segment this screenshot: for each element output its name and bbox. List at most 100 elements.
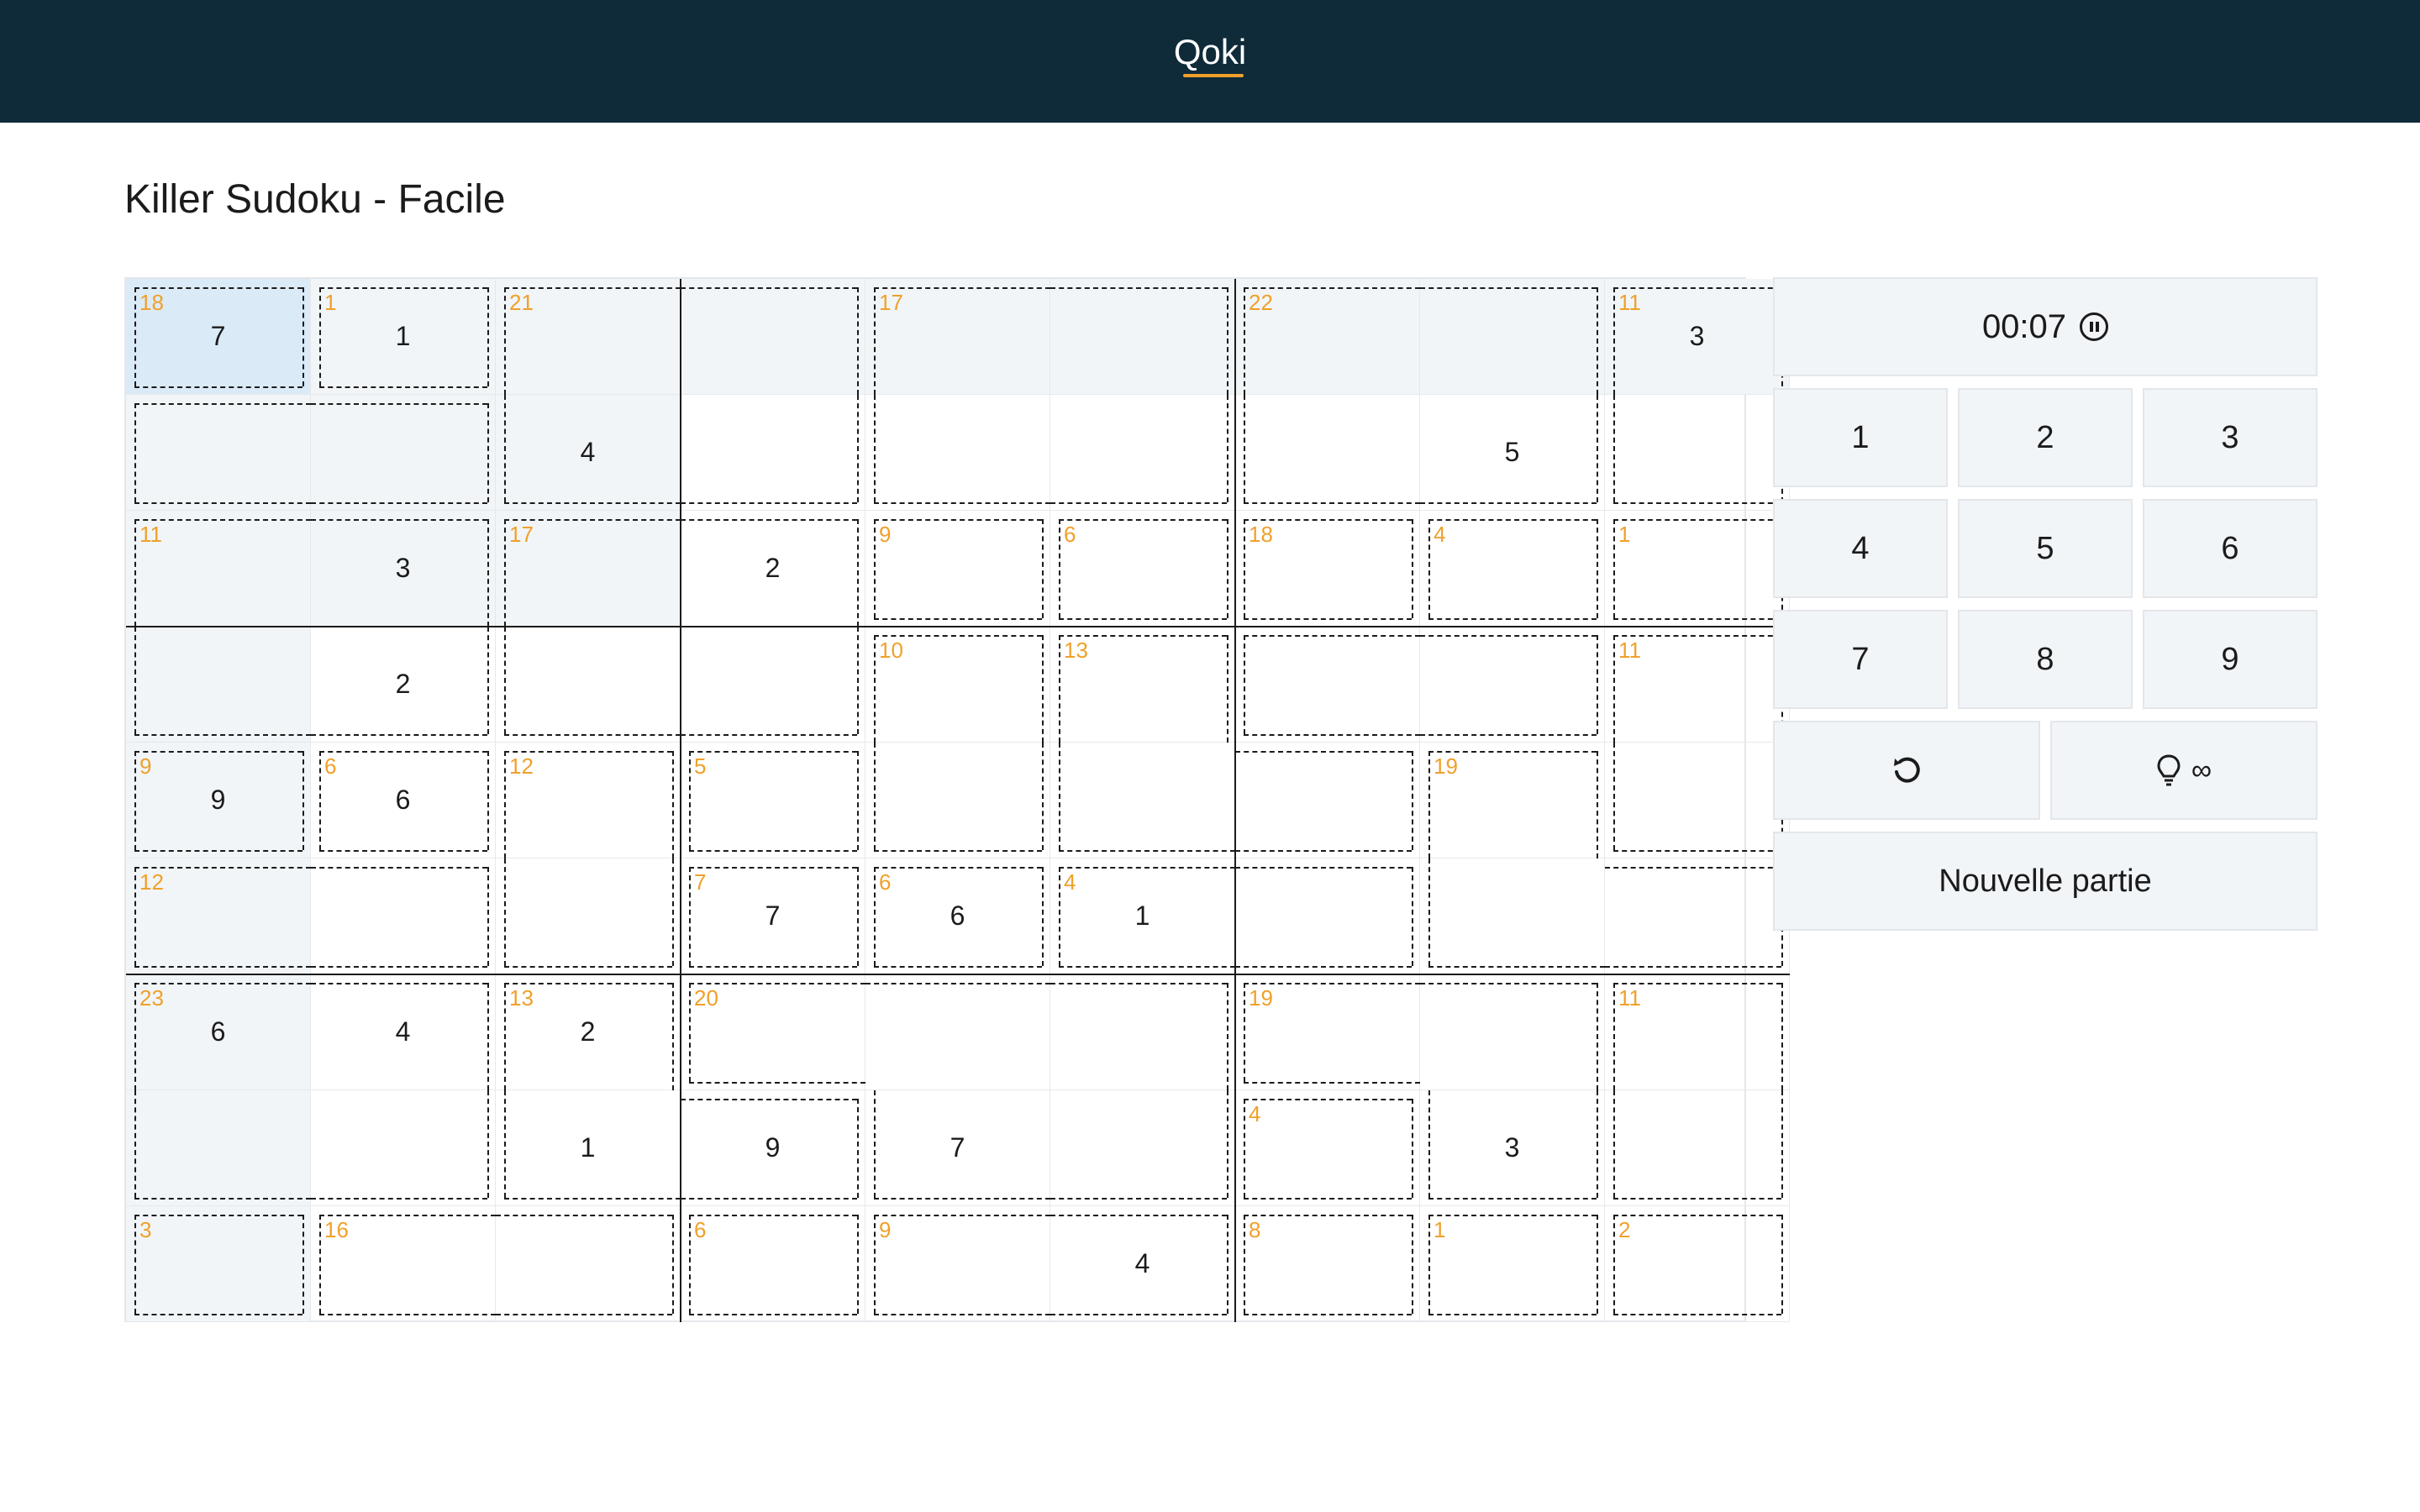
cage-border (1428, 751, 1597, 753)
board-cell-r3c6[interactable] (1050, 511, 1235, 627)
number-button-4[interactable]: 4 (1773, 499, 1948, 598)
board-cell-r4c3[interactable] (496, 627, 681, 743)
cage-border (319, 1215, 321, 1314)
board-cell-r2c8[interactable]: 5 (1420, 395, 1605, 511)
board-cell-r1c4[interactable] (681, 279, 865, 395)
board-cell-r6c4[interactable]: 7 (681, 858, 865, 974)
cell-value (1420, 627, 1604, 742)
board-cell-r2c7[interactable] (1235, 395, 1420, 511)
board-cell-r6c9[interactable] (1605, 858, 1790, 974)
cage-border (1244, 618, 1412, 620)
board-cell-r3c8[interactable] (1420, 511, 1605, 627)
board-cell-r7c5[interactable] (865, 974, 1050, 1090)
board-cell-r4c2[interactable]: 2 (311, 627, 496, 743)
board-cell-r2c4[interactable] (681, 395, 865, 511)
cage-sum: 6 (1064, 522, 1076, 547)
board-cell-r4c7[interactable] (1235, 627, 1420, 743)
board-cell-r1c2[interactable]: 1 (311, 279, 496, 395)
cell-value (1050, 395, 1234, 510)
cage-border (874, 618, 1042, 620)
timer-display[interactable]: 00:07 (1773, 277, 2317, 376)
board-cell-r8c3[interactable]: 1 (496, 1090, 681, 1206)
cage-sum: 9 (139, 753, 152, 779)
board-cell-r5c2[interactable]: 6 (311, 743, 496, 858)
board-cell-r9c7[interactable] (1235, 1206, 1420, 1322)
board-cell-r7c8[interactable] (1420, 974, 1605, 1090)
board-cell-r3c5[interactable] (865, 511, 1050, 627)
cage-border (672, 1215, 674, 1314)
board-cell-r7c6[interactable] (1050, 974, 1235, 1090)
cell-value (1235, 627, 1419, 742)
number-button-9[interactable]: 9 (2143, 610, 2317, 709)
board-cell-r2c3[interactable]: 4 (496, 395, 681, 511)
brand-logo[interactable]: Qoki (0, 29, 2420, 76)
board-cell-r2c9[interactable] (1605, 395, 1790, 511)
pause-circle-icon[interactable] (2080, 312, 2109, 341)
board-cell-r3c2[interactable]: 3 (311, 511, 496, 627)
board-cell-r6c6[interactable]: 1 (1050, 858, 1235, 974)
board-cell-r6c8[interactable] (1420, 858, 1605, 974)
cage-border (689, 1215, 691, 1314)
board-cell-r1c6[interactable] (1050, 279, 1235, 395)
board-cell-r3c4[interactable]: 2 (681, 511, 865, 627)
number-button-2[interactable]: 2 (1958, 388, 2133, 487)
cage-border (1613, 519, 1615, 618)
hint-button[interactable]: ∞ (2050, 721, 2317, 820)
cage-border (1059, 850, 1235, 852)
board-cell-r9c3[interactable] (496, 1206, 681, 1322)
board-cell-r3c9[interactable] (1605, 511, 1790, 627)
board-cell-r8c4[interactable]: 9 (681, 1090, 865, 1206)
cage-border (1613, 287, 1781, 289)
board-cell-r8c8[interactable]: 3 (1420, 1090, 1605, 1206)
board-cell-r5c1[interactable]: 9 (126, 743, 311, 858)
board-cell-r7c2[interactable]: 4 (311, 974, 496, 1090)
board-cell-r6c2[interactable] (311, 858, 496, 974)
cage-border (487, 751, 489, 850)
number-button-3[interactable]: 3 (2143, 388, 2317, 487)
board-cell-r5c4[interactable] (681, 743, 865, 858)
number-button-8[interactable]: 8 (1958, 610, 2133, 709)
cage-border (874, 867, 876, 966)
board-cell-r6c5[interactable]: 6 (865, 858, 1050, 974)
board-cell-r9c9[interactable] (1605, 1206, 1790, 1322)
undo-button[interactable] (1773, 721, 2040, 820)
cage-border (134, 850, 302, 852)
board-cell-r5c6[interactable] (1050, 743, 1235, 858)
board-cell-r5c7[interactable] (1235, 743, 1420, 858)
board-cell-r9c6[interactable]: 4 (1050, 1206, 1235, 1322)
cage-border (1613, 635, 1615, 743)
board-cell-r4c4[interactable] (681, 627, 865, 743)
board-cell-r8c5[interactable]: 7 (865, 1090, 1050, 1206)
number-button-5[interactable]: 5 (1958, 499, 2133, 598)
board-cell-r4c8[interactable] (1420, 627, 1605, 743)
board-cell-r8c7[interactable] (1235, 1090, 1420, 1206)
board-cell-r6c7[interactable] (1235, 858, 1420, 974)
cage-border (857, 395, 859, 502)
number-button-7[interactable]: 7 (1773, 610, 1948, 709)
cage-border (1428, 1314, 1597, 1315)
cage-border (302, 751, 304, 850)
number-button-1[interactable]: 1 (1773, 388, 1948, 487)
board-cell-r4c1[interactable] (126, 627, 311, 743)
board-cell-r9c5[interactable] (865, 1206, 1050, 1322)
board-cell-r5c9[interactable] (1605, 743, 1790, 858)
new-game-button[interactable]: Nouvelle partie (1773, 832, 2317, 931)
cell-value: 4 (395, 1016, 411, 1047)
board-cell-r8c2[interactable] (311, 1090, 496, 1206)
board-cell-r9c8[interactable] (1420, 1206, 1605, 1322)
cage-sum: 5 (694, 753, 707, 779)
board-cell-r5c5[interactable] (865, 743, 1050, 858)
board-cell-r1c8[interactable] (1420, 279, 1605, 395)
board-cell-r8c6[interactable] (1050, 1090, 1235, 1206)
board-cell-r9c1[interactable] (126, 1206, 311, 1322)
board-cell-r8c9[interactable] (1605, 1090, 1790, 1206)
board-cell-r9c4[interactable] (681, 1206, 865, 1322)
board-cell-r2c6[interactable] (1050, 395, 1235, 511)
board-cell-r2c5[interactable] (865, 395, 1050, 511)
cage-border (1597, 751, 1598, 858)
number-button-6[interactable]: 6 (2143, 499, 2317, 598)
board-cell-r2c1[interactable] (126, 395, 311, 511)
board-cell-r8c1[interactable] (126, 1090, 311, 1206)
board-cell-r2c2[interactable] (311, 395, 496, 511)
board-cell-r6c3[interactable] (496, 858, 681, 974)
